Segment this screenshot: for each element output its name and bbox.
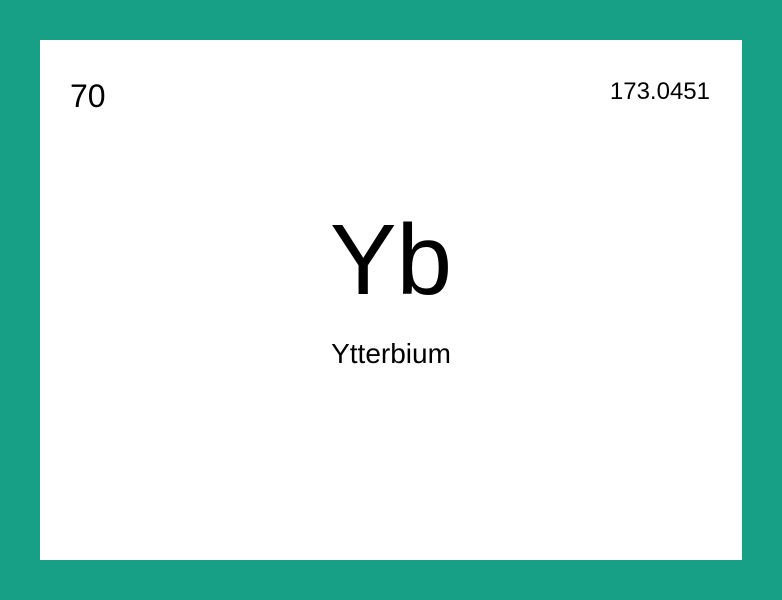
element-symbol: Yb (329, 204, 453, 316)
element-tile-frame: 70 173.0451 Yb Ytterbium (0, 0, 782, 600)
element-name: Ytterbium (331, 338, 451, 369)
element-card: 70 173.0451 Yb Ytterbium (40, 40, 742, 560)
atomic-number: 70 (70, 78, 106, 114)
atomic-mass: 173.0451 (609, 78, 710, 105)
